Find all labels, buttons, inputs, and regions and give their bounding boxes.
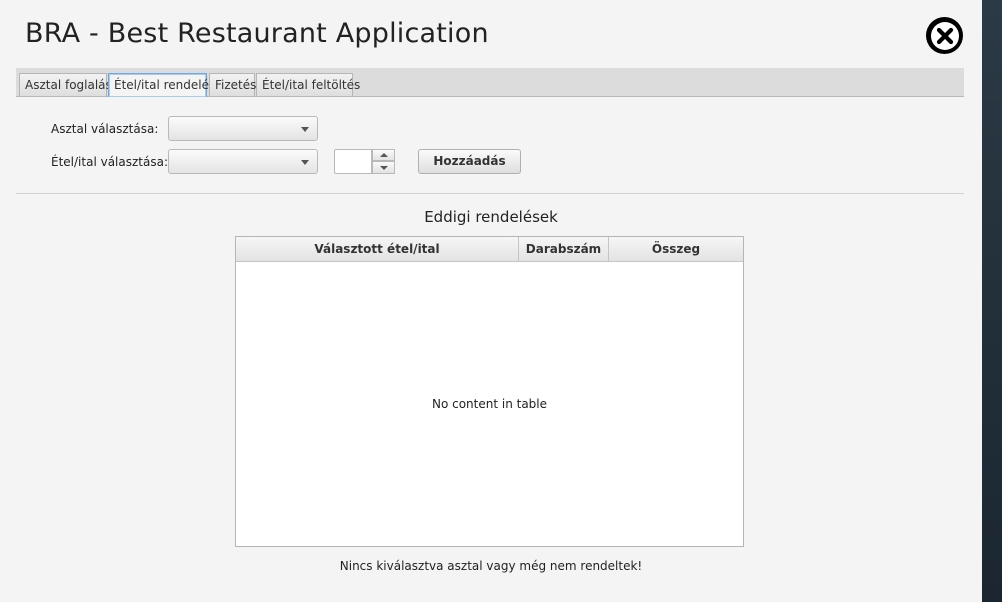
close-icon	[930, 21, 959, 50]
status-message: Nincs kiválasztva asztal vagy még nem re…	[339, 559, 643, 573]
desktop-background	[982, 0, 1002, 602]
column-header-item[interactable]: Választott étel/ital	[236, 237, 519, 261]
tab-etel-ital-feltoltes[interactable]: Étel/ital feltöltés	[256, 73, 360, 96]
tab-fizetes[interactable]: Fizetés	[209, 73, 256, 96]
tab-bar: Asztal foglalás Étel/ital rendelés Fizet…	[16, 68, 964, 97]
item-select-label: Étel/ital választása:	[51, 155, 168, 169]
quantity-stepper	[334, 149, 395, 174]
close-button[interactable]	[926, 17, 963, 54]
orders-title: Eddigi rendelések	[424, 208, 558, 226]
tab-etel-ital-rendeles[interactable]: Étel/ital rendelés	[108, 73, 215, 97]
separator	[16, 193, 964, 194]
arrow-down-icon	[380, 166, 388, 170]
column-header-amount[interactable]: Összeg	[609, 237, 743, 261]
chevron-down-icon	[301, 127, 309, 132]
chevron-down-icon	[301, 160, 309, 165]
table-header: Választott étel/ital Darabszám Összeg	[236, 237, 743, 262]
app-window: BRA - Best Restaurant Application Asztal…	[0, 0, 983, 602]
tab-asztal-foglalas[interactable]: Asztal foglalás	[19, 73, 112, 96]
add-button[interactable]: Hozzáadás	[418, 149, 521, 174]
quantity-decrement-button[interactable]	[372, 161, 395, 174]
quantity-increment-button[interactable]	[372, 149, 395, 161]
quantity-input[interactable]	[334, 149, 372, 174]
arrow-up-icon	[380, 153, 388, 157]
table-empty-placeholder: No content in table	[431, 397, 548, 411]
table-select[interactable]	[168, 116, 318, 141]
orders-table[interactable]: Választott étel/ital Darabszám Összeg No…	[235, 236, 744, 547]
app-title: BRA - Best Restaurant Application	[25, 18, 489, 49]
column-header-quantity[interactable]: Darabszám	[519, 237, 609, 261]
item-select[interactable]	[168, 149, 318, 174]
table-select-label: Asztal választása:	[51, 122, 159, 136]
